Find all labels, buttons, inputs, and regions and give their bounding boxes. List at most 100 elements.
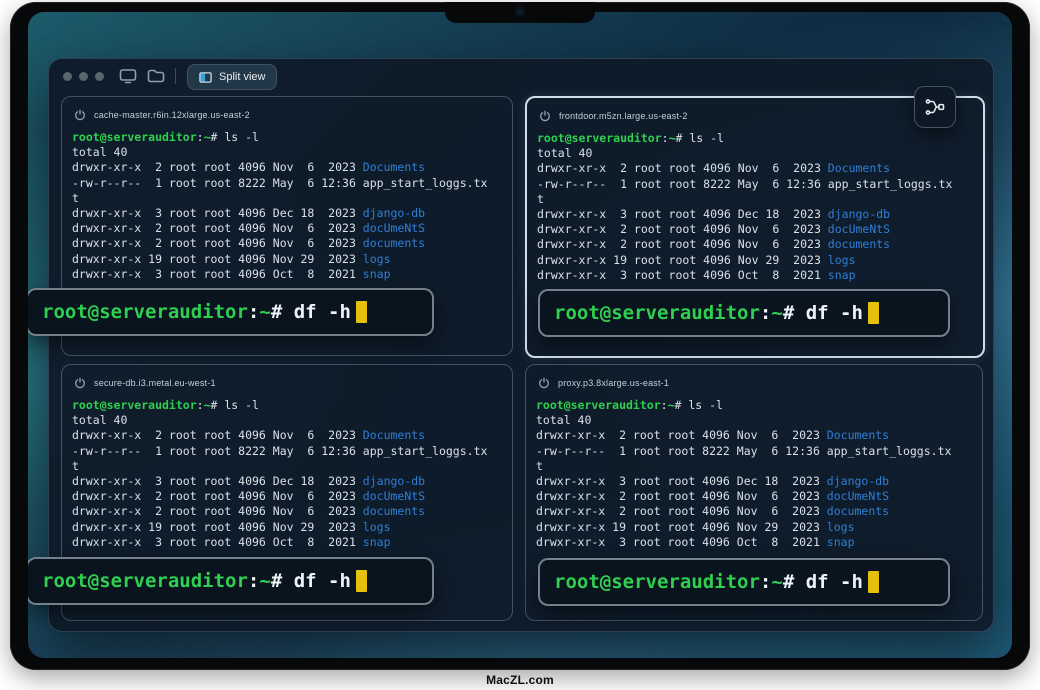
prompt-path: ~ — [259, 570, 270, 592]
prompt-colon: : — [248, 301, 259, 323]
terminal-line: drwxr-xr-x 19 root root 4096 Nov 29 2023… — [72, 520, 504, 535]
terminal-cursor — [868, 302, 879, 324]
connection-status-icon — [539, 110, 551, 122]
prompt-callout[interactable]: root@serverauditor:~# df -h — [28, 288, 434, 336]
terminal-line: drwxr-xr-x 2 root root 4096 Nov 6 2023 d… — [72, 236, 504, 251]
window-toolbar: Split view — [49, 59, 993, 93]
terminal-cursor — [356, 301, 367, 323]
close-window-button[interactable] — [63, 72, 72, 81]
terminal-line: root@serverauditor:~# ls -l — [536, 398, 974, 413]
mockup-watermark: MacZL.com — [0, 673, 1040, 687]
prompt-colon: : — [760, 571, 771, 593]
terminal-app-window: Split view cache-master.r6in.12 — [48, 58, 994, 632]
terminal-line: -rw-r--r-- 1 root root 8222 May 6 12:36 … — [537, 177, 975, 192]
terminal-line: drwxr-xr-x 3 root root 4096 Oct 8 2021 s… — [72, 267, 504, 282]
terminal-line: drwxr-xr-x 2 root root 4096 Nov 6 2023 d… — [537, 237, 975, 252]
terminal-line: root@serverauditor:~# ls -l — [537, 131, 975, 146]
terminal-output: root@serverauditor:~# ls -ltotal 40drwxr… — [62, 130, 512, 282]
prompt-callout[interactable]: root@serverauditor:~# df -h — [28, 557, 434, 605]
connection-status-icon — [74, 377, 86, 389]
terminal-output: root@serverauditor:~# ls -ltotal 40drwxr… — [62, 398, 512, 550]
prompt-path: ~ — [259, 301, 270, 323]
terminal-line: t — [537, 192, 975, 207]
terminal-line: drwxr-xr-x 3 root root 4096 Oct 8 2021 s… — [536, 535, 974, 550]
hosts-icon[interactable] — [119, 68, 137, 84]
prompt-callout[interactable]: root@serverauditor:~# df -h — [538, 289, 950, 337]
minimize-window-button[interactable] — [79, 72, 88, 81]
multi-connection-icon — [924, 96, 946, 118]
split-view-tab[interactable]: Split view — [187, 64, 277, 90]
prompt-user: root@serverauditor — [42, 301, 248, 323]
terminal-line: drwxr-xr-x 2 root root 4096 Nov 6 2023 d… — [536, 489, 974, 504]
terminal-line: t — [72, 459, 504, 474]
pane-hostname: proxy.p3.8xlarge.us-east-1 — [558, 378, 669, 388]
terminal-line: drwxr-xr-x 3 root root 4096 Dec 18 2023 … — [72, 206, 504, 221]
terminal-line: drwxr-xr-x 2 root root 4096 Nov 6 2023 d… — [72, 221, 504, 236]
pane-header: secure-db.i3.metal.eu-west-1 — [62, 365, 512, 391]
prompt-hash: # — [271, 570, 294, 592]
terminal-line: total 40 — [72, 413, 504, 428]
prompt-command: df -h — [806, 302, 863, 324]
zoom-window-button[interactable] — [95, 72, 104, 81]
terminal-line: total 40 — [537, 146, 975, 161]
terminal-line: t — [72, 191, 504, 206]
terminal-line: drwxr-xr-x 19 root root 4096 Nov 29 2023… — [536, 520, 974, 535]
terminal-line: drwxr-xr-x 2 root root 4096 Nov 6 2023 d… — [537, 222, 975, 237]
split-view-icon — [199, 71, 212, 84]
prompt-hash: # — [783, 571, 806, 593]
terminal-output: root@serverauditor:~# ls -ltotal 40drwxr… — [527, 131, 983, 283]
terminal-line: drwxr-xr-x 3 root root 4096 Oct 8 2021 s… — [72, 535, 504, 550]
prompt-colon: : — [248, 570, 259, 592]
terminal-line: drwxr-xr-x 3 root root 4096 Dec 18 2023 … — [537, 207, 975, 222]
prompt-command: df -h — [294, 301, 351, 323]
terminal-line: drwxr-xr-x 2 root root 4096 Nov 6 2023 d… — [72, 489, 504, 504]
split-view-label: Split view — [219, 71, 265, 83]
pane-hostname: secure-db.i3.metal.eu-west-1 — [94, 378, 216, 388]
terminal-line: drwxr-xr-x 3 root root 4096 Dec 18 2023 … — [536, 474, 974, 489]
prompt-user: root@serverauditor — [554, 302, 760, 324]
pane-hostname: cache-master.r6in.12xlarge.us-east-2 — [94, 110, 250, 120]
terminal-line: -rw-r--r-- 1 root root 8222 May 6 12:36 … — [72, 444, 504, 459]
terminal-line: -rw-r--r-- 1 root root 8222 May 6 12:36 … — [536, 444, 974, 459]
terminal-output: root@serverauditor:~# ls -ltotal 40drwxr… — [526, 398, 982, 550]
terminal-line: drwxr-xr-x 3 root root 4096 Dec 18 2023 … — [72, 474, 504, 489]
prompt-callout[interactable]: root@serverauditor:~# df -h — [538, 558, 950, 606]
prompt-command: df -h — [806, 571, 863, 593]
connection-status-icon — [74, 109, 86, 121]
terminal-line: drwxr-xr-x 19 root root 4096 Nov 29 2023… — [72, 252, 504, 267]
prompt-path: ~ — [771, 571, 782, 593]
terminal-line: -rw-r--r-- 1 root root 8222 May 6 12:36 … — [72, 176, 504, 191]
desktop-wallpaper: Split view cache-master.r6in.12 — [28, 12, 1012, 658]
display-notch — [445, 2, 595, 23]
folder-icon[interactable] — [147, 68, 165, 84]
prompt-user: root@serverauditor — [554, 571, 760, 593]
terminal-line: drwxr-xr-x 3 root root 4096 Oct 8 2021 s… — [537, 268, 975, 283]
terminal-line: drwxr-xr-x 2 root root 4096 Nov 6 2023 d… — [72, 504, 504, 519]
terminal-line: drwxr-xr-x 2 root root 4096 Nov 6 2023 D… — [72, 428, 504, 443]
terminal-line: drwxr-xr-x 2 root root 4096 Nov 6 2023 D… — [537, 161, 975, 176]
prompt-colon: : — [760, 302, 771, 324]
laptop-frame: Split view cache-master.r6in.12 — [10, 2, 1030, 670]
terminal-line: total 40 — [72, 145, 504, 160]
pane-header: proxy.p3.8xlarge.us-east-1 — [526, 365, 982, 391]
terminal-line: drwxr-xr-x 19 root root 4096 Nov 29 2023… — [537, 253, 975, 268]
terminal-cursor — [868, 571, 879, 593]
multi-connection-button[interactable] — [914, 86, 956, 128]
camera-dot — [517, 8, 524, 15]
terminal-line: drwxr-xr-x 2 root root 4096 Nov 6 2023 D… — [72, 160, 504, 175]
terminal-line: root@serverauditor:~# ls -l — [72, 398, 504, 413]
terminal-line: drwxr-xr-x 2 root root 4096 Nov 6 2023 D… — [536, 428, 974, 443]
prompt-hash: # — [783, 302, 806, 324]
terminal-line: t — [536, 459, 974, 474]
toolbar-divider — [175, 68, 176, 84]
prompt-path: ~ — [771, 302, 782, 324]
pane-hostname: frontdoor.m5zn.large.us-east-2 — [559, 111, 688, 121]
connection-status-icon — [538, 377, 550, 389]
prompt-command: df -h — [294, 570, 351, 592]
pane-header: cache-master.r6in.12xlarge.us-east-2 — [62, 97, 512, 123]
prompt-user: root@serverauditor — [42, 570, 248, 592]
terminal-cursor — [356, 570, 367, 592]
terminal-line: drwxr-xr-x 2 root root 4096 Nov 6 2023 d… — [536, 504, 974, 519]
prompt-hash: # — [271, 301, 294, 323]
terminal-line: total 40 — [536, 413, 974, 428]
